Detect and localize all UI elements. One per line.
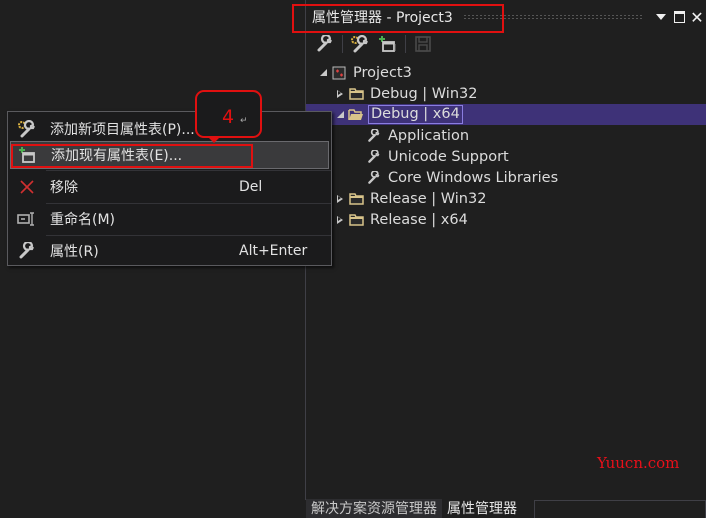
folder-icon (348, 212, 364, 228)
tab-solution-explorer[interactable]: 解决方案资源管理器 (306, 499, 442, 518)
tree-node-label: Core Windows Libraries (388, 169, 559, 186)
property-tree: Project3 Debug | Win32 Debug | x64 Appli… (306, 62, 706, 230)
folder-open-icon (348, 107, 364, 123)
tab-strip-filler (534, 500, 706, 518)
toolbar-separator (405, 35, 406, 53)
menu-item-add-new-property-sheet[interactable]: 添加新项目属性表(P)... (10, 115, 329, 143)
menu-item-label: 属性(R) (50, 244, 99, 260)
panel-title: 属性管理器 - Project3 (312, 10, 453, 26)
tree-node-label: Release | x64 (370, 211, 468, 228)
menu-separator (46, 203, 331, 204)
annotation-return-mark: ↵ (240, 116, 248, 126)
tree-node-property-sheet[interactable]: Application (306, 125, 706, 146)
tree-node-property-sheet[interactable]: Core Windows Libraries (306, 167, 706, 188)
tree-node-config[interactable]: Debug | Win32 (306, 83, 706, 104)
expand-toggle[interactable] (335, 194, 345, 204)
tree-node-label: Debug | x64 (368, 105, 463, 124)
wrench-icon (366, 128, 382, 144)
dropdown-icon[interactable] (652, 8, 670, 26)
add-existing-property-sheet-button[interactable] (377, 33, 399, 55)
folder-icon (348, 191, 364, 207)
maximize-icon[interactable] (670, 8, 688, 26)
remove-x-icon (16, 177, 38, 197)
watermark: Yuucn.com (597, 454, 680, 472)
rename-icon (16, 209, 38, 229)
expand-toggle[interactable] (335, 89, 345, 99)
tree-node-label: Project3 (353, 64, 412, 81)
tree-node-config[interactable]: Release | Win32 (306, 188, 706, 209)
panel-title-bar[interactable]: 属性管理器 - Project3 ✕ (306, 4, 706, 30)
context-menu: 添加新项目属性表(P)... 添加现有属性表(E)... 移除 Del 重命名(… (7, 111, 332, 266)
menu-item-properties[interactable]: 属性(R) Alt+Enter (10, 237, 329, 265)
add-sheet-icon (379, 36, 396, 52)
tree-node-label: Application (388, 127, 470, 144)
annotation-step-number: 4 (222, 106, 235, 128)
wrench-icon (366, 149, 382, 165)
close-icon[interactable]: ✕ (688, 8, 706, 27)
menu-item-shortcut: Del (239, 179, 263, 195)
folder-icon (348, 86, 364, 102)
save-button[interactable] (412, 33, 434, 55)
wrench-icon (16, 241, 38, 261)
tab-property-manager[interactable]: 属性管理器 (442, 499, 522, 518)
tree-node-property-sheet[interactable]: Unicode Support (306, 146, 706, 167)
expand-toggle[interactable] (335, 110, 345, 120)
add-sheet-icon (17, 145, 39, 165)
toolbar-separator (342, 35, 343, 53)
project-icon (331, 65, 347, 81)
save-icon (415, 36, 431, 52)
menu-item-label: 添加现有属性表(E)... (51, 148, 183, 164)
menu-item-label: 移除 (50, 180, 78, 196)
properties-button[interactable] (314, 33, 336, 55)
add-new-property-sheet-button[interactable] (349, 33, 371, 55)
menu-item-label: 重命名(M) (50, 212, 116, 228)
menu-separator (46, 170, 331, 171)
tree-node-label: Release | Win32 (370, 190, 487, 207)
menu-item-rename[interactable]: 重命名(M) (10, 205, 329, 233)
tree-node-label: Unicode Support (388, 148, 509, 165)
bottom-tab-strip: 解决方案资源管理器 属性管理器 (306, 499, 522, 518)
gear-wrench-icon (16, 119, 38, 139)
menu-separator (46, 235, 331, 236)
property-manager-panel: 属性管理器 - Project3 ✕ Project3 Debug | Win3… (306, 0, 706, 518)
tree-node-config-selected[interactable]: Debug | x64 (306, 104, 706, 125)
expand-toggle[interactable] (335, 215, 345, 225)
menu-item-add-existing-property-sheet[interactable]: 添加现有属性表(E)... (10, 141, 329, 169)
annotation-callout-tail (207, 136, 221, 143)
expand-toggle[interactable] (318, 68, 328, 78)
tree-node-project[interactable]: Project3 (306, 62, 706, 83)
tree-node-config[interactable]: Release | x64 (306, 209, 706, 230)
title-grip[interactable] (462, 14, 642, 20)
menu-item-remove[interactable]: 移除 Del (10, 173, 329, 201)
tree-node-label: Debug | Win32 (370, 85, 478, 102)
gear-wrench-icon (351, 35, 368, 53)
panel-toolbar (314, 33, 434, 55)
wrench-icon (366, 170, 382, 186)
menu-item-shortcut: Alt+Enter (239, 243, 308, 259)
wrench-icon (317, 35, 332, 52)
